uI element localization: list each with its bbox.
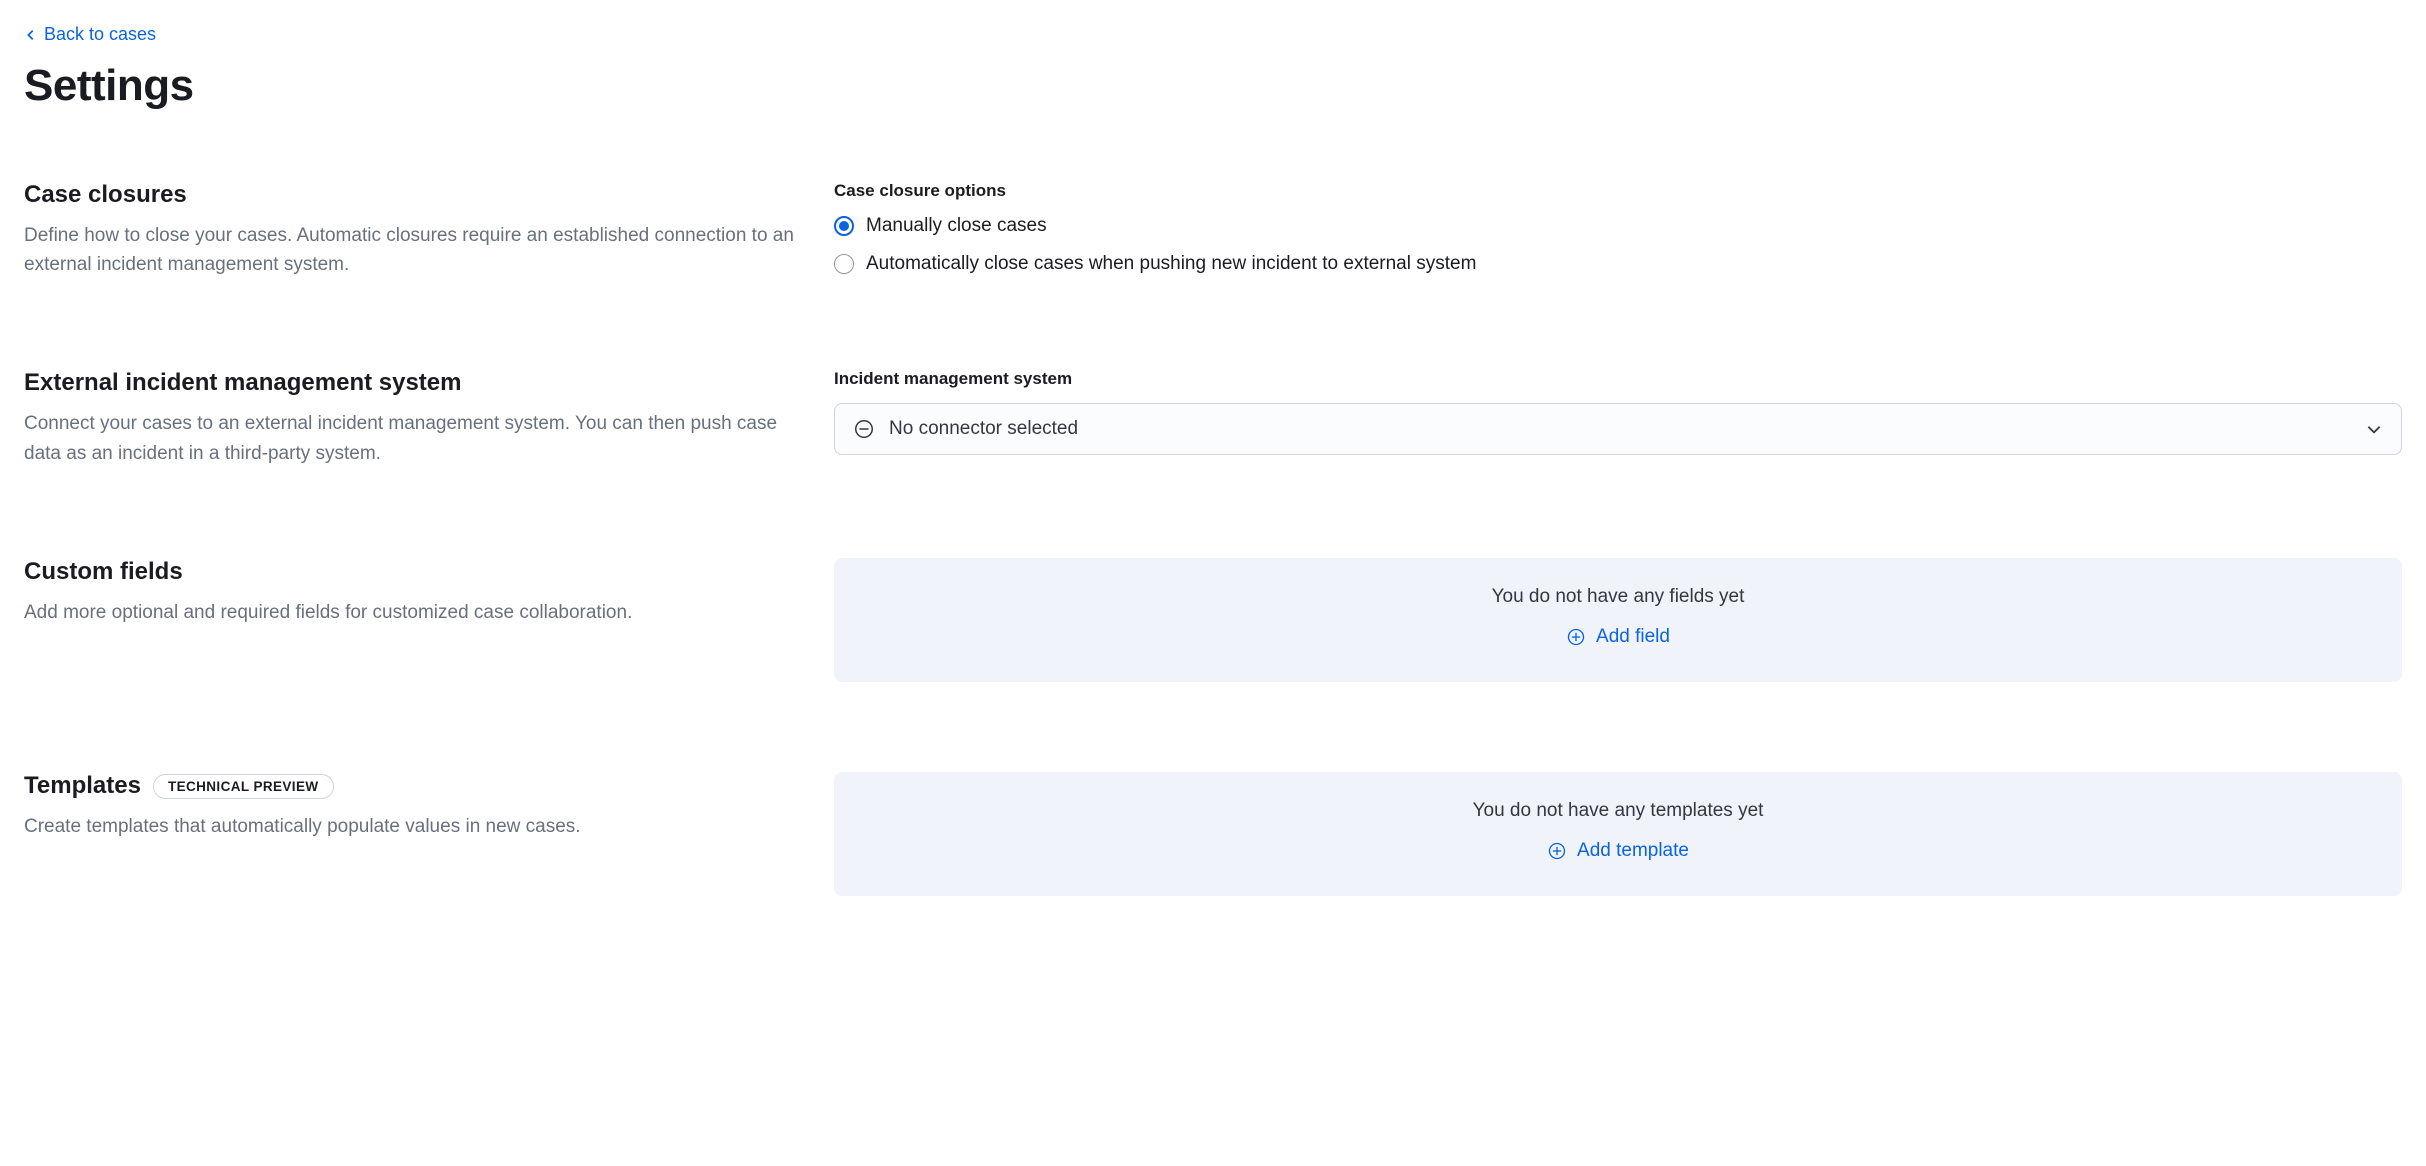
connector-select-value: No connector selected [889, 418, 2351, 440]
case-closures-heading: Case closures [24, 181, 794, 209]
case-closure-radio-group: Manually close cases Automatically close… [834, 215, 2402, 275]
section-templates: Templates TECHNICAL PREVIEW Create templ… [24, 772, 2402, 896]
custom-fields-empty-text: You do not have any fields yet [854, 586, 2382, 608]
incident-management-system-label: Incident management system [834, 369, 2402, 389]
minus-circle-icon [853, 418, 875, 440]
radio-manual-close[interactable]: Manually close cases [834, 215, 2402, 237]
add-template-button[interactable]: Add template [1547, 840, 1689, 862]
external-system-description: Connect your cases to an external incide… [24, 409, 794, 468]
plus-circle-icon [1547, 841, 1567, 861]
back-to-cases-link[interactable]: Back to cases [24, 24, 156, 45]
custom-fields-empty-card: You do not have any fields yet Add field [834, 558, 2402, 682]
radio-indicator-icon [834, 216, 854, 236]
radio-indicator-icon [834, 254, 854, 274]
page-title: Settings [24, 61, 2402, 111]
radio-label: Automatically close cases when pushing n… [866, 253, 1476, 275]
section-custom-fields: Custom fields Add more optional and requ… [24, 558, 2402, 682]
case-closures-description: Define how to close your cases. Automati… [24, 221, 794, 280]
chevron-down-icon [2365, 420, 2383, 438]
custom-fields-heading: Custom fields [24, 558, 794, 586]
add-field-label: Add field [1596, 626, 1670, 648]
plus-circle-icon [1566, 627, 1586, 647]
section-external-system: External incident management system Conn… [24, 369, 2402, 468]
radio-label: Manually close cases [866, 215, 1047, 237]
templates-heading-text: Templates [24, 772, 141, 800]
templates-empty-text: You do not have any templates yet [854, 800, 2382, 822]
section-case-closures: Case closures Define how to close your c… [24, 181, 2402, 280]
custom-fields-description: Add more optional and required fields fo… [24, 598, 794, 627]
back-link-text: Back to cases [44, 24, 156, 45]
radio-auto-close[interactable]: Automatically close cases when pushing n… [834, 253, 2402, 275]
add-template-label: Add template [1577, 840, 1689, 862]
chevron-left-icon [24, 28, 38, 42]
case-closure-options-label: Case closure options [834, 181, 2402, 201]
connector-select[interactable]: No connector selected [834, 403, 2402, 455]
external-system-heading: External incident management system [24, 369, 794, 397]
templates-description: Create templates that automatically popu… [24, 812, 794, 841]
add-field-button[interactable]: Add field [1566, 626, 1670, 648]
templates-empty-card: You do not have any templates yet Add te… [834, 772, 2402, 896]
templates-heading: Templates TECHNICAL PREVIEW [24, 772, 794, 800]
technical-preview-badge: TECHNICAL PREVIEW [153, 774, 334, 799]
